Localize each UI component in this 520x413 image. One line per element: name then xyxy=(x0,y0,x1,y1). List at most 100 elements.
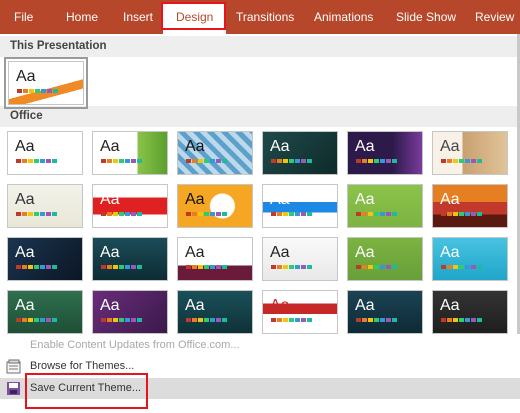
theme-office-22[interactable]: Aa xyxy=(262,290,338,334)
theme-office-21[interactable]: Aa xyxy=(177,290,253,334)
theme-color-swatch xyxy=(356,212,361,216)
theme-color-swatch xyxy=(35,89,40,93)
theme-color-swatch xyxy=(204,159,209,163)
tab-insert[interactable]: Insert xyxy=(123,0,153,34)
theme-office-12[interactable]: Aa xyxy=(432,184,508,228)
theme-color-swatch xyxy=(198,318,203,322)
theme-color-swatch xyxy=(362,265,367,269)
theme-color-swatch xyxy=(271,212,276,216)
theme-color-swatch xyxy=(52,265,57,269)
theme-office-8[interactable]: Aa xyxy=(92,184,168,228)
theme-color-swatch xyxy=(459,265,464,269)
theme-office-19[interactable]: Aa xyxy=(7,290,83,334)
theme-office-5[interactable]: Aa xyxy=(347,131,423,175)
theme-office-14[interactable]: Aa xyxy=(92,237,168,281)
theme-color-swatch xyxy=(40,318,45,322)
theme-color-swatch xyxy=(52,212,57,216)
theme-sample-text: Aa xyxy=(15,297,35,314)
theme-color-swatch xyxy=(210,265,215,269)
theme-color-swatch xyxy=(380,265,385,269)
theme-color-swatch xyxy=(186,265,191,269)
theme-color-swatch xyxy=(192,265,197,269)
theme-color-swatch xyxy=(289,212,294,216)
theme-color-swatch xyxy=(471,318,476,322)
theme-color-swatch xyxy=(28,265,33,269)
theme-sample-text: Aa xyxy=(270,244,290,261)
tab-home[interactable]: Home xyxy=(66,0,98,34)
theme-color-swatch xyxy=(222,212,227,216)
theme-sample-text: Aa xyxy=(16,68,36,85)
theme-color-swatch xyxy=(453,212,458,216)
theme-office-11[interactable]: Aa xyxy=(347,184,423,228)
theme-sample-text: Aa xyxy=(100,244,120,261)
tab-animations[interactable]: Animations xyxy=(314,0,373,34)
theme-office-20[interactable]: Aa xyxy=(92,290,168,334)
theme-color-swatch xyxy=(34,265,39,269)
theme-color-swatch xyxy=(459,159,464,163)
theme-color-swatch xyxy=(447,212,452,216)
theme-color-swatch xyxy=(289,265,294,269)
theme-color-swatch xyxy=(216,212,221,216)
theme-color-swatch xyxy=(222,159,227,163)
theme-color-swatch xyxy=(447,159,452,163)
theme-color-swatch xyxy=(107,159,112,163)
theme-color-swatch xyxy=(198,159,203,163)
theme-color-swatch xyxy=(368,159,373,163)
theme-office-16[interactable]: Aa xyxy=(262,237,338,281)
theme-color-swatch xyxy=(289,159,294,163)
theme-color-swatch xyxy=(301,212,306,216)
this-presentation-heading: This Presentation xyxy=(0,36,520,57)
theme-sample-text: Aa xyxy=(270,191,290,208)
theme-office-13[interactable]: Aa xyxy=(7,237,83,281)
theme-office-6[interactable]: Aa xyxy=(432,131,508,175)
theme-color-swatch xyxy=(441,212,446,216)
theme-color-swatch xyxy=(386,212,391,216)
theme-office-4[interactable]: Aa xyxy=(262,131,338,175)
theme-office-15[interactable]: Aa xyxy=(177,237,253,281)
theme-office-18[interactable]: Aa xyxy=(432,237,508,281)
theme-sample-text: Aa xyxy=(15,191,35,208)
theme-current-presentation[interactable]: Aa xyxy=(4,57,88,109)
tab-design[interactable]: Design xyxy=(163,4,227,34)
theme-office-9[interactable]: Aa xyxy=(177,184,253,228)
theme-color-swatch xyxy=(101,265,106,269)
tab-transitions[interactable]: Transitions xyxy=(236,0,294,34)
theme-office-17[interactable]: Aa xyxy=(347,237,423,281)
theme-color-swatch xyxy=(459,212,464,216)
theme-office-24[interactable]: Aa xyxy=(432,290,508,334)
tab-file[interactable]: File xyxy=(14,0,33,34)
theme-color-swatch xyxy=(186,318,191,322)
theme-color-swatch xyxy=(125,318,130,322)
theme-color-swatch xyxy=(356,265,361,269)
theme-office-3[interactable]: Aa xyxy=(177,131,253,175)
theme-color-swatch xyxy=(34,212,39,216)
theme-sample-text: Aa xyxy=(355,297,375,314)
theme-office-2[interactable]: Aa xyxy=(92,131,168,175)
theme-color-swatch xyxy=(52,159,57,163)
theme-sample-text: Aa xyxy=(355,244,375,261)
theme-sample-text: Aa xyxy=(440,244,460,261)
theme-office-1[interactable]: Aa xyxy=(7,131,83,175)
theme-color-swatch xyxy=(386,265,391,269)
theme-color-swatch xyxy=(277,212,282,216)
theme-color-swatch xyxy=(192,318,197,322)
browse-for-themes-item[interactable]: Browse for Themes... xyxy=(0,356,520,377)
theme-color-swatch xyxy=(125,212,130,216)
theme-color-swatch xyxy=(46,159,51,163)
theme-color-swatch xyxy=(210,318,215,322)
theme-color-swatch xyxy=(131,318,136,322)
theme-color-swatch xyxy=(447,318,452,322)
tab-review[interactable]: Review xyxy=(475,0,514,34)
save-theme-icon xyxy=(7,382,20,395)
theme-color-swatch xyxy=(216,265,221,269)
theme-color-swatch xyxy=(119,212,124,216)
save-current-theme-item[interactable]: Save Current Theme... xyxy=(0,378,520,399)
theme-color-swatch xyxy=(107,265,112,269)
theme-color-swatch xyxy=(295,265,300,269)
theme-office-10[interactable]: Aa xyxy=(262,184,338,228)
theme-office-23[interactable]: Aa xyxy=(347,290,423,334)
theme-color-swatch xyxy=(119,318,124,322)
theme-office-7[interactable]: Aa xyxy=(7,184,83,228)
tab-slide-show[interactable]: Slide Show xyxy=(396,0,456,34)
theme-color-swatch xyxy=(34,318,39,322)
